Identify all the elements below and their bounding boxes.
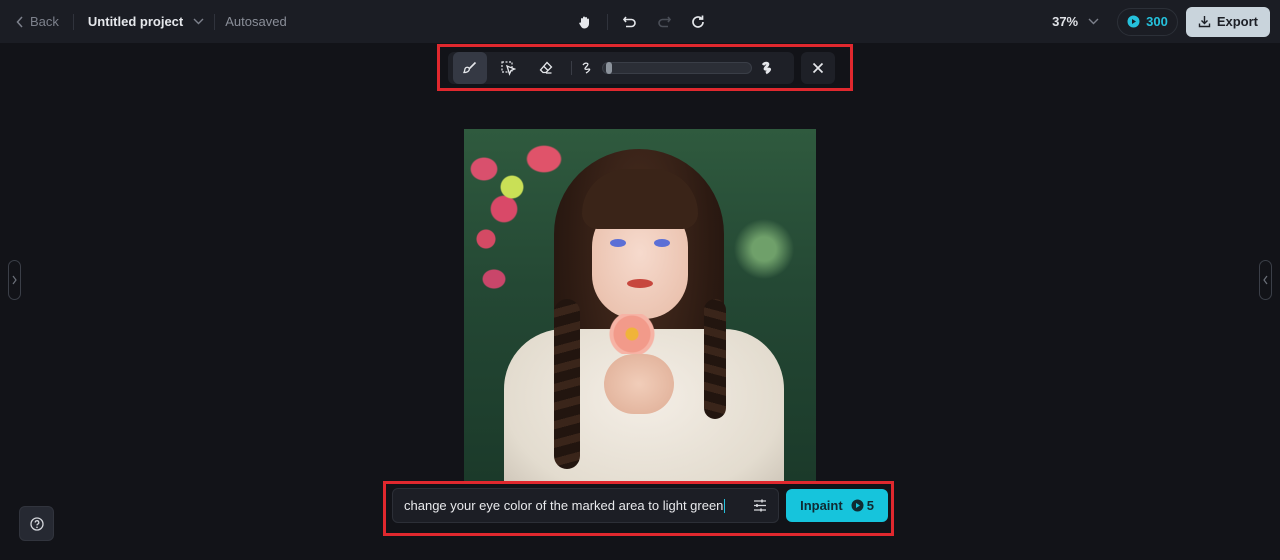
chevron-down-icon	[193, 18, 204, 25]
inpaint-cost: 5	[851, 498, 874, 513]
top-bar: Back Untitled project Autosaved 37% 300 …	[0, 0, 1280, 43]
redo-button[interactable]	[652, 10, 676, 34]
brush-icon	[463, 61, 477, 74]
credit-coin-icon	[851, 499, 864, 512]
credits-badge[interactable]: 300	[1117, 7, 1178, 36]
header-right: 37% 300 Export	[1052, 0, 1270, 43]
refresh-button[interactable]	[686, 10, 710, 34]
divider	[571, 61, 572, 75]
brush-tool-button[interactable]	[453, 52, 487, 84]
image-braid	[554, 299, 580, 469]
mask-toolbar	[448, 52, 794, 84]
eraser-tool-button[interactable]	[529, 52, 563, 84]
image-eye-right	[654, 239, 670, 247]
undo-icon	[622, 16, 636, 27]
back-button[interactable]: Back	[16, 14, 59, 29]
divider	[607, 13, 608, 30]
chevron-down-icon	[1088, 18, 1099, 25]
canvas-image[interactable]	[464, 129, 816, 481]
credit-coin-icon	[1127, 15, 1140, 28]
brush-size-slider[interactable]	[602, 62, 752, 74]
refresh-icon	[692, 15, 704, 28]
close-icon	[812, 62, 824, 74]
chevron-left-icon	[1263, 275, 1268, 285]
smart-select-tool-button[interactable]	[491, 52, 525, 84]
slider-handle[interactable]	[605, 62, 612, 74]
zoom-level-dropdown[interactable]: 37%	[1052, 14, 1099, 29]
header-left: Back Untitled project Autosaved	[16, 0, 287, 43]
brush-size-min	[580, 61, 594, 75]
undo-button[interactable]	[618, 10, 642, 34]
sliders-icon	[754, 499, 766, 512]
smart-select-icon	[500, 60, 516, 76]
chevron-left-icon	[16, 15, 23, 28]
thin-stroke-icon	[582, 62, 591, 74]
header-center-tools	[573, 0, 710, 43]
image-braid	[704, 299, 726, 419]
text-caret	[724, 499, 726, 514]
image-flower	[609, 314, 655, 354]
redo-icon	[658, 16, 672, 27]
image-eye-left	[610, 239, 626, 247]
image-lips	[627, 279, 653, 288]
left-panel-toggle[interactable]	[8, 260, 21, 300]
image-bangs	[582, 169, 698, 229]
help-button[interactable]	[19, 506, 54, 541]
thick-stroke-icon	[761, 61, 772, 75]
prompt-input[interactable]: change your eye color of the marked area…	[392, 488, 779, 523]
help-circle-icon	[29, 516, 44, 531]
prompt-input-field[interactable]: change your eye color of the marked area…	[404, 498, 753, 514]
image-hands	[604, 354, 674, 414]
inpaint-cost-value: 5	[866, 498, 874, 513]
brush-size-max	[760, 61, 774, 75]
back-label: Back	[30, 14, 59, 29]
chevron-right-icon	[12, 275, 17, 285]
close-toolbar-button[interactable]	[801, 52, 835, 84]
prompt-value: change your eye color of the marked area…	[404, 497, 724, 513]
download-icon	[1198, 16, 1211, 28]
right-panel-toggle[interactable]	[1259, 260, 1272, 300]
credits-count: 300	[1146, 14, 1168, 29]
project-name: Untitled project	[87, 14, 184, 29]
inpaint-button[interactable]: Inpaint 5	[786, 489, 888, 522]
export-button[interactable]: Export	[1185, 6, 1270, 37]
divider	[72, 13, 74, 30]
zoom-level: 37%	[1052, 14, 1079, 29]
eraser-icon	[539, 61, 553, 74]
divider	[214, 13, 216, 30]
prompt-settings-button[interactable]	[753, 499, 767, 512]
save-status: Autosaved	[225, 14, 287, 29]
project-name-dropdown[interactable]: Untitled project	[88, 14, 204, 29]
hand-pan-icon	[579, 16, 589, 28]
inpaint-label: Inpaint	[800, 498, 843, 513]
export-label: Export	[1216, 14, 1258, 29]
pan-tool-button[interactable]	[573, 10, 597, 34]
